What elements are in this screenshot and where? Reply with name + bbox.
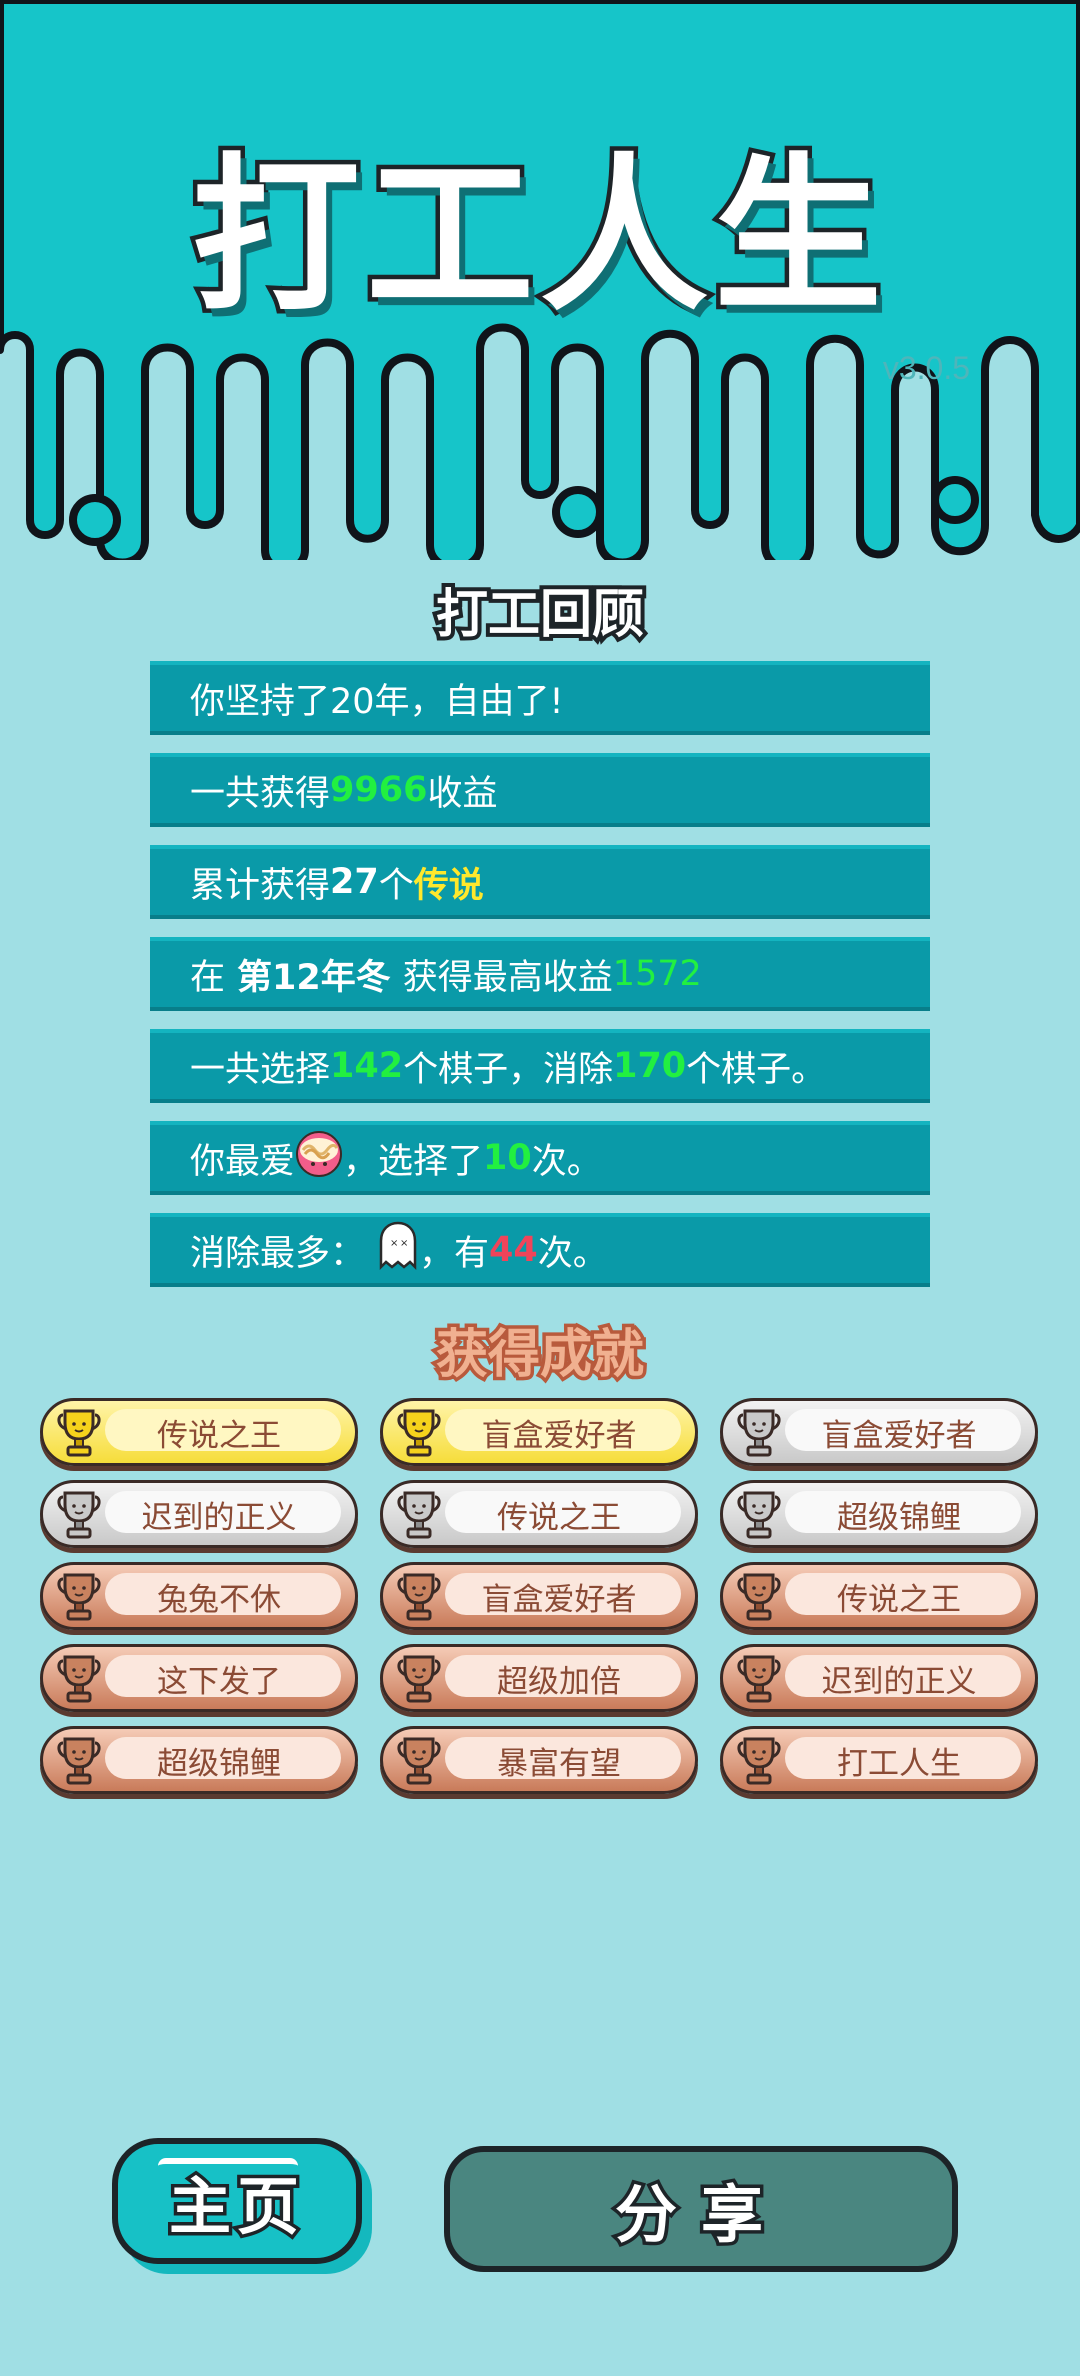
achievement-label: 盲盒爱好者	[481, 1417, 637, 1454]
svg-text:×: ×	[390, 1238, 398, 1249]
review-text: ，选择了	[343, 1141, 484, 1182]
legend-label: 传说	[413, 865, 484, 906]
review-text: 个棋子，消除	[403, 1049, 614, 1090]
review-text: 次。	[531, 1141, 602, 1182]
best-income-value: 1572	[612, 954, 702, 994]
review-row-legends: 累计获得 27 个传说	[150, 845, 930, 919]
ghost-icon: × ×	[377, 1221, 419, 1280]
share-button-label: 分享	[611, 2175, 787, 2255]
achievement-badge[interactable]: 暴富有望	[380, 1726, 698, 1794]
review-text: 次。	[537, 1233, 608, 1274]
achievement-label: 迟到的正义	[821, 1663, 977, 1700]
achievements-grid: 传说之王 盲盒爱好者 盲盒爱好者 迟到的正义 传说之王 超级锦鲤 兔兔不休 盲盒爱好者 传说之王…	[40, 1398, 1040, 1794]
achievement-label: 兔兔不休	[157, 1581, 281, 1618]
achievements-title: 获得成就	[432, 1322, 647, 1389]
achievement-badge[interactable]: 打工人生	[720, 1726, 1038, 1794]
review-list: 你坚持了20年，自由了! 一共获得 9966 收益 累计获得 27 个传说 在 第12年…	[150, 661, 930, 1305]
achievement-label: 这下发了	[157, 1663, 281, 1700]
achievement-badge[interactable]: 迟到的正义	[40, 1480, 358, 1548]
achievement-label: 暴富有望	[497, 1745, 621, 1782]
achievement-badge[interactable]: 超级锦鲤	[720, 1480, 1038, 1548]
income-value: 9966	[330, 770, 428, 810]
review-title: 打工回顾	[432, 581, 648, 649]
svg-text:×: ×	[400, 1238, 408, 1249]
review-text: 个棋子。	[686, 1049, 827, 1090]
achievement-label: 传说之王	[497, 1499, 621, 1536]
achievement-badge[interactable]: 超级加倍	[380, 1644, 698, 1712]
share-button[interactable]: 分享	[444, 2146, 958, 2272]
review-text: 累计获得	[190, 865, 331, 906]
review-text: 你最爱	[190, 1141, 296, 1182]
review-text: 个	[378, 865, 414, 906]
most-eliminated-count: 44	[489, 1230, 538, 1270]
review-row-income: 一共获得 9966 收益	[150, 753, 930, 827]
review-row-pieces: 一共选择 142 个棋子，消除 170 个棋子。	[150, 1029, 930, 1103]
achievement-label: 超级锦鲤	[837, 1499, 961, 1536]
achievement-badge[interactable]: 传说之王	[40, 1398, 358, 1466]
achievement-badge[interactable]: 传说之王	[380, 1480, 698, 1548]
header: 打工人生 v3.0.5	[0, 0, 1080, 560]
review-text: 一共获得	[190, 773, 331, 814]
achievement-badge[interactable]: 盲盒爱好者	[380, 1398, 698, 1466]
review-text: 在	[190, 957, 226, 998]
achievement-label: 传说之王	[837, 1581, 961, 1618]
review-row-favorite: 你最爱 ，选择了 10 次。	[150, 1121, 930, 1195]
achievement-label: 打工人生	[837, 1745, 961, 1782]
achievement-badge[interactable]: 盲盒爱好者	[720, 1398, 1038, 1466]
achievement-badge[interactable]: 超级锦鲤	[40, 1726, 358, 1794]
selected-count: 142	[330, 1046, 404, 1086]
best-season: 第12年冬	[237, 957, 391, 998]
review-text: 你坚持了20年，自由了!	[190, 681, 564, 722]
favorite-count: 10	[483, 1138, 532, 1178]
achievement-badge[interactable]: 传说之王	[720, 1562, 1038, 1630]
achievement-label: 盲盒爱好者	[481, 1581, 637, 1618]
achievement-label: 传说之王	[157, 1417, 281, 1454]
achievement-badge[interactable]: 盲盒爱好者	[380, 1562, 698, 1630]
home-button[interactable]: 主页	[112, 2138, 362, 2264]
review-row-best-season: 在 第12年冬 获得最高收益 1572	[150, 937, 930, 1011]
achievement-badge[interactable]: 这下发了	[40, 1644, 358, 1712]
review-row-most-eliminated: 消除最多： × × ，有 44 次。	[150, 1213, 930, 1287]
review-text: 获得最高收益	[402, 957, 613, 998]
app-title: 打工人生	[188, 134, 888, 339]
achievement-label: 盲盒爱好者	[821, 1417, 977, 1454]
review-text: 收益	[427, 773, 498, 814]
legend-count: 27	[330, 862, 379, 902]
review-text: 消除最多：	[190, 1233, 366, 1274]
achievement-badge[interactable]: 迟到的正义	[720, 1644, 1038, 1712]
review-text: ，有	[419, 1233, 490, 1274]
achievement-label: 迟到的正义	[141, 1499, 297, 1536]
review-row-years: 你坚持了20年，自由了!	[150, 661, 930, 735]
review-text: 一共选择	[190, 1049, 331, 1090]
achievement-badge[interactable]: 兔兔不休	[40, 1562, 358, 1630]
noodle-bowl-icon	[295, 1130, 343, 1187]
eliminated-count: 170	[613, 1046, 687, 1086]
achievement-label: 超级加倍	[497, 1663, 621, 1700]
achievement-label: 超级锦鲤	[157, 1745, 281, 1782]
version-label: v3.0.5	[882, 350, 970, 386]
